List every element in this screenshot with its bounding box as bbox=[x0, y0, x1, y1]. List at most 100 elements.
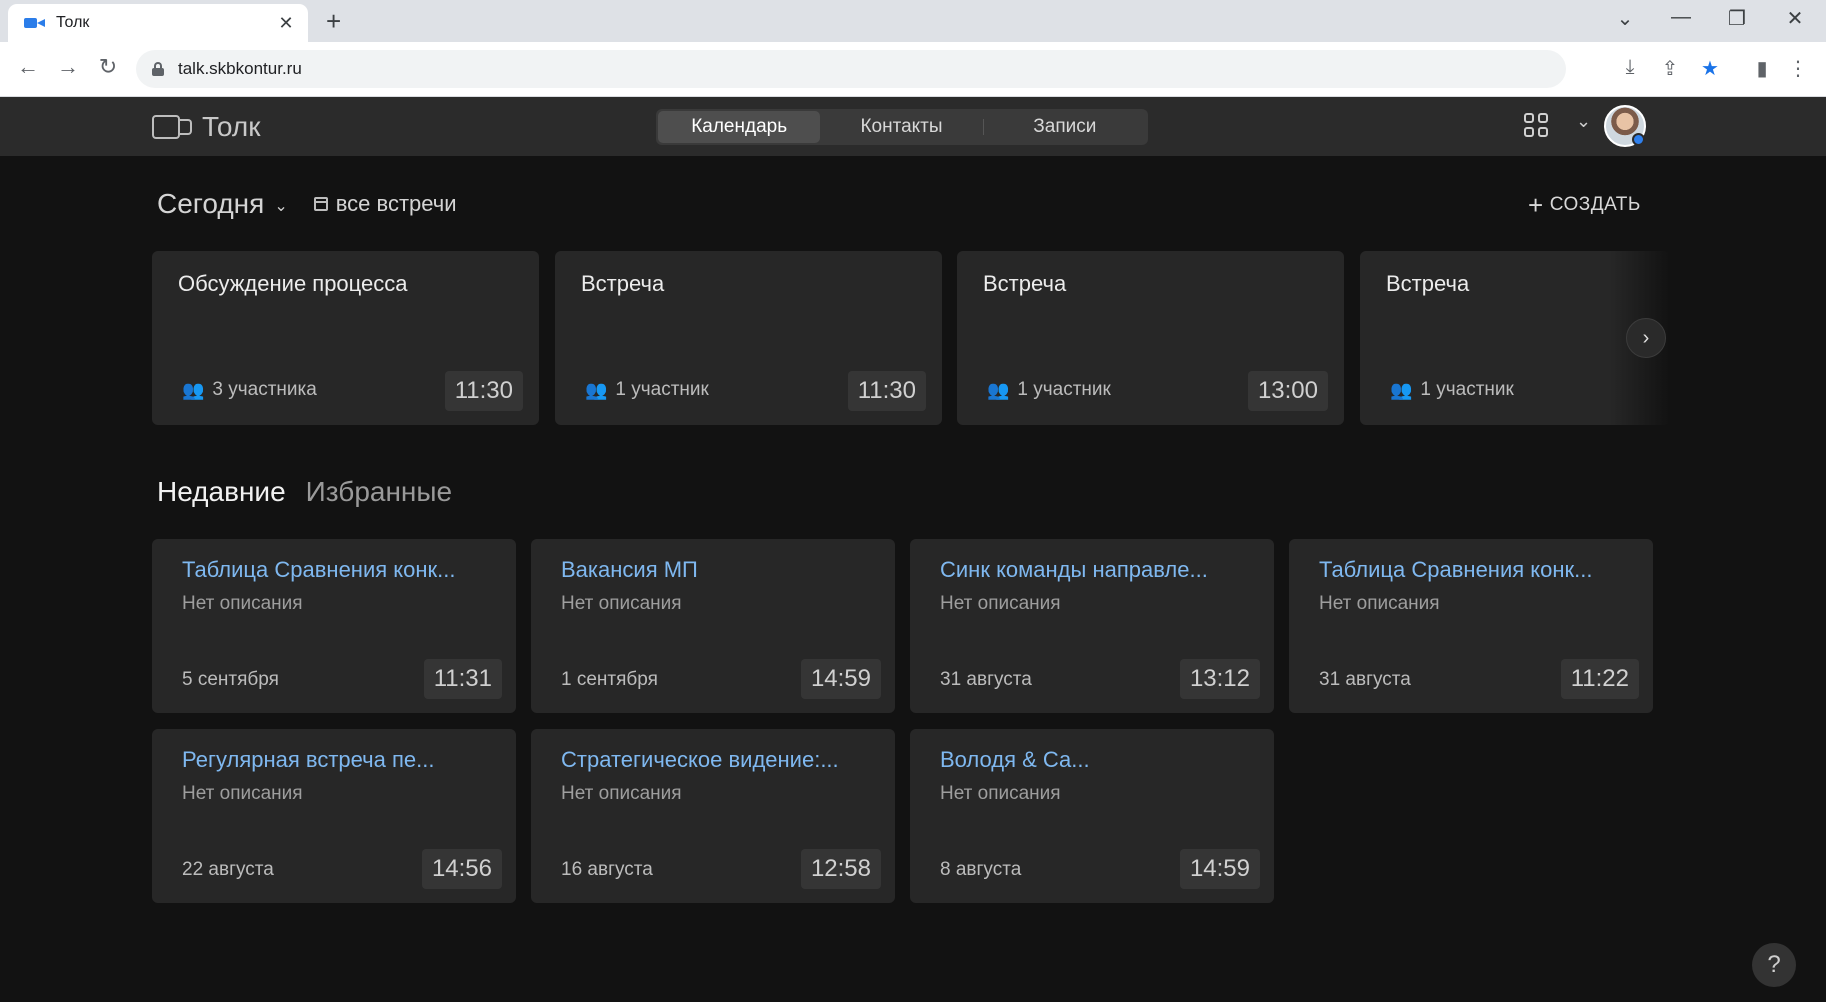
recent-title-link[interactable]: Володя & Са... bbox=[940, 747, 1244, 773]
browser-tabstrip: Толк ✕ + ⌄ — ❐ ✕ bbox=[0, 0, 1826, 42]
recent-card[interactable]: Синк команды направле... Нет описания 31… bbox=[910, 539, 1274, 713]
participants-label: 1 участник bbox=[1017, 379, 1111, 400]
reload-button[interactable]: ↻ bbox=[94, 54, 122, 80]
recent-date: 1 сентября bbox=[561, 669, 658, 690]
recent-card[interactable]: Таблица Сравнения конк... Нет описания 3… bbox=[1289, 539, 1653, 713]
recent-card[interactable]: Володя & Са... Нет описания 8 августа 14… bbox=[910, 729, 1274, 903]
main-nav: Календарь Контакты Записи bbox=[656, 109, 1148, 145]
recent-time: 13:12 bbox=[1179, 659, 1260, 699]
browser-menu-icon[interactable]: ⋮ bbox=[1784, 56, 1812, 81]
chevron-right-icon: › bbox=[1642, 326, 1650, 349]
recent-time: 14:59 bbox=[1179, 849, 1260, 889]
recent-time: 11:31 bbox=[423, 659, 502, 699]
recent-description: Нет описания bbox=[561, 783, 682, 804]
participants-label: 1 участник bbox=[1420, 379, 1514, 400]
url-text[interactable]: talk.skbkontur.ru bbox=[178, 59, 302, 79]
video-camera-icon bbox=[24, 16, 46, 30]
recent-description: Нет описания bbox=[940, 783, 1061, 804]
chevron-down-icon[interactable]: ⌄ bbox=[1576, 111, 1591, 132]
minimize-button[interactable]: — bbox=[1666, 6, 1696, 29]
recent-time: 11:22 bbox=[1560, 659, 1639, 699]
recent-title-link[interactable]: Регулярная встреча пе... bbox=[182, 747, 486, 773]
participants-count: 👥 1 участник bbox=[585, 379, 709, 401]
install-icon[interactable]: ⤓ bbox=[1616, 56, 1644, 79]
recent-title-link[interactable]: Стратегическое видение:... bbox=[561, 747, 865, 773]
recent-title-link[interactable]: Таблица Сравнения конк... bbox=[182, 557, 486, 583]
recent-title-link[interactable]: Синк команды направле... bbox=[940, 557, 1244, 583]
people-icon: 👥 bbox=[182, 379, 205, 400]
recent-description: Нет описания bbox=[1319, 593, 1440, 614]
back-button[interactable]: ← bbox=[14, 54, 42, 80]
bookmark-star-icon[interactable]: ★ bbox=[1696, 56, 1724, 81]
meeting-title: Встреча bbox=[983, 271, 1067, 296]
calendar-icon bbox=[313, 197, 328, 211]
recent-description: Нет описания bbox=[182, 783, 303, 804]
restore-button[interactable]: ❐ bbox=[1722, 6, 1752, 31]
chevron-down-icon[interactable]: ⌄ bbox=[274, 196, 287, 216]
status-indicator bbox=[1632, 133, 1645, 146]
create-button[interactable]: + СОЗДАТЬ bbox=[1528, 192, 1641, 218]
people-icon: 👥 bbox=[585, 379, 608, 400]
video-camera-icon bbox=[152, 113, 194, 141]
carousel-next-button[interactable]: › bbox=[1626, 318, 1666, 358]
participants-label: 1 участник bbox=[615, 379, 709, 400]
recent-card[interactable]: Вакансия МП Нет описания 1 сентября 14:5… bbox=[531, 539, 895, 713]
meeting-title: Обсуждение процесса bbox=[178, 271, 408, 296]
meeting-time: 11:30 bbox=[444, 371, 523, 411]
tab-search-icon[interactable]: ⌄ bbox=[1610, 6, 1640, 31]
forward-button[interactable]: → bbox=[54, 54, 82, 80]
apps-grid-icon[interactable] bbox=[1524, 113, 1550, 139]
new-tab-button[interactable]: + bbox=[326, 6, 341, 37]
participants-count: 👥 1 участник bbox=[987, 379, 1111, 401]
today-header: Сегодня ⌄ все встречи bbox=[157, 188, 457, 220]
close-window-button[interactable]: ✕ bbox=[1780, 6, 1810, 31]
logo-text: Толк bbox=[202, 111, 261, 142]
meeting-time: 11:30 bbox=[847, 371, 926, 411]
share-icon[interactable]: ⇪ bbox=[1656, 56, 1684, 81]
recent-title-link[interactable]: Таблица Сравнения конк... bbox=[1319, 557, 1623, 583]
recent-description: Нет описания bbox=[182, 593, 303, 614]
side-panel-icon[interactable]: ▮ bbox=[1748, 56, 1776, 81]
people-icon: 👥 bbox=[1390, 379, 1413, 400]
recent-date: 22 августа bbox=[182, 859, 274, 880]
recent-date: 5 сентября bbox=[182, 669, 279, 690]
recent-date: 8 августа bbox=[940, 859, 1022, 880]
all-meetings-label: все встречи bbox=[335, 191, 457, 216]
participants-count: 👥 1 участник bbox=[1390, 379, 1514, 401]
app-logo[interactable]: Толк bbox=[152, 111, 260, 143]
tab-favorites[interactable]: Избранные bbox=[306, 476, 452, 508]
recent-card[interactable]: Стратегическое видение:... Нет описания … bbox=[531, 729, 895, 903]
tab-contacts[interactable]: Контакты bbox=[820, 111, 982, 143]
help-icon: ? bbox=[1767, 951, 1781, 978]
close-tab-icon[interactable]: ✕ bbox=[276, 13, 296, 34]
meeting-title: Встреча bbox=[581, 271, 665, 296]
recent-card[interactable]: Таблица Сравнения конк... Нет описания 5… bbox=[152, 539, 516, 713]
all-meetings-link[interactable]: все встречи bbox=[313, 191, 457, 217]
recent-description: Нет описания bbox=[940, 593, 1061, 614]
tab-title: Толк bbox=[56, 14, 90, 31]
meeting-card[interactable]: Обсуждение процесса 👥 3 участника 11:30 bbox=[152, 251, 539, 425]
recent-description: Нет описания bbox=[561, 593, 682, 614]
recent-date: 31 августа bbox=[940, 669, 1032, 690]
help-button[interactable]: ? bbox=[1752, 943, 1796, 987]
list-tabs: Недавние Избранные bbox=[157, 476, 472, 508]
today-dropdown[interactable]: Сегодня bbox=[157, 188, 264, 220]
people-icon: 👥 bbox=[987, 379, 1010, 400]
meeting-time: 13:00 bbox=[1247, 371, 1328, 411]
recent-card[interactable]: Регулярная встреча пе... Нет описания 22… bbox=[152, 729, 516, 903]
tab-recordings[interactable]: Записи bbox=[984, 111, 1146, 143]
recent-time: 12:58 bbox=[800, 849, 881, 889]
recent-time: 14:59 bbox=[800, 659, 881, 699]
tab-calendar[interactable]: Календарь bbox=[658, 111, 821, 143]
recent-time: 14:56 bbox=[421, 849, 502, 889]
recent-title-link[interactable]: Вакансия МП bbox=[561, 557, 865, 583]
meeting-card[interactable]: Встреча 👥 1 участник 11:30 bbox=[555, 251, 942, 425]
recent-date: 31 августа bbox=[1319, 669, 1411, 690]
address-bar[interactable]: talk.skbkontur.ru bbox=[136, 50, 1566, 88]
lock-icon[interactable] bbox=[152, 62, 164, 76]
plus-icon: + bbox=[1528, 190, 1544, 220]
meeting-card[interactable]: Встреча 👥 1 участник 13:00 bbox=[957, 251, 1344, 425]
browser-tab[interactable]: Толк ✕ bbox=[8, 4, 308, 42]
tab-recent[interactable]: Недавние bbox=[157, 476, 286, 508]
meeting-title: Встреча bbox=[1386, 271, 1470, 296]
